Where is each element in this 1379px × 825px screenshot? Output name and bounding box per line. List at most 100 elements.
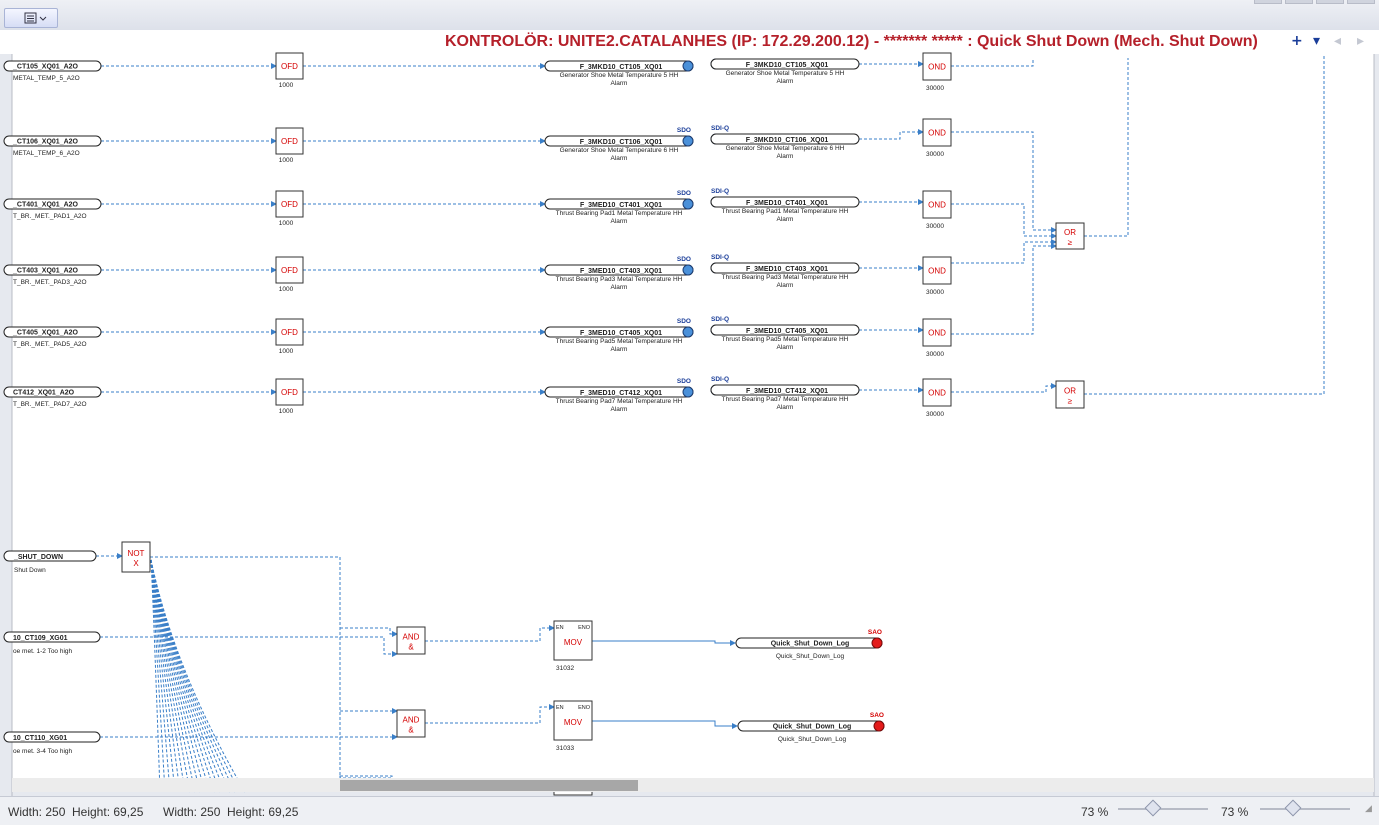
sdo-description: Thrust Bearing Pad7 Metal Temperature HH (556, 398, 683, 405)
sdo-description-2: Alarm (611, 155, 628, 162)
ond-block-label: OND (928, 201, 946, 210)
window-button[interactable] (1254, 0, 1282, 4)
not-gate-symbol: X (133, 559, 139, 568)
sdi-description-2: Alarm (777, 404, 794, 411)
sdo-pin (682, 60, 694, 72)
input-description: METAL_TEMP_5_A2O (13, 75, 80, 82)
input-description: T_BR._MET._PAD3_A2O (13, 279, 87, 286)
and-gate-2-label: AND (403, 716, 420, 725)
or-gate-1-symbol: ≥ (1068, 238, 1073, 247)
sdi-input-tag-tag: F_3MKD10_CT106_XQ01 (746, 137, 829, 144)
sdi-description-2: Alarm (777, 344, 794, 351)
ond-block-label: OND (928, 63, 946, 72)
ofd-delay: 1000 (279, 82, 294, 89)
status-height-2: Height: 69,25 (227, 805, 299, 819)
ofd-delay: 1000 (279, 157, 294, 164)
sdo-description: Generator Shoe Metal Temperature 6 HH (560, 147, 679, 154)
sdo-output-tag-tag: F_3MED10_CT412_XQ01 (580, 390, 662, 397)
or-gate-2-symbol: ≥ (1068, 397, 1073, 406)
logic-diagram-canvas[interactable]: _CT105_XQ01_A2O METAL_TEMP_5_A2O OFD 1000 F_… (0, 30, 1379, 796)
window-button[interactable] (1347, 0, 1375, 4)
sdi-input-tag-tag: F_3MKD10_CT105_XQ01 (746, 62, 829, 69)
mov-block-1-label: MOV (564, 638, 583, 647)
mov-block-1-eno: ENO (578, 625, 591, 631)
input-tag: _CT105_XQ01_A2O (12, 64, 79, 71)
log-output-2-description: Quick_Shut_Down_Log (778, 736, 847, 743)
sdo-label: SDO (677, 378, 691, 385)
window-button[interactable] (1316, 0, 1344, 4)
sdi-description-2: Alarm (777, 216, 794, 223)
ofd-block: OFD (275, 190, 304, 218)
horizontal-scrollbar-thumb[interactable] (340, 780, 638, 791)
and-gate-1: AND& (396, 626, 426, 655)
ond-block-label: OND (928, 389, 946, 398)
sdi-input-tag: F_3MED10_CT412_XQ01 (710, 384, 860, 396)
zoom-level: 73 % (1081, 805, 1109, 819)
sdo-description-2: Alarm (611, 218, 628, 225)
sdo-pin (682, 326, 694, 338)
mov-block-2-number: 31033 (556, 745, 574, 752)
sdo-description-2: Alarm (611, 406, 628, 413)
mov-block-2-en: EN (556, 705, 564, 711)
window-button[interactable] (1285, 0, 1313, 4)
sdo-label: SDO (677, 318, 691, 325)
ond-block: OND (922, 318, 952, 347)
mov-block-2-eno: ENO (578, 705, 591, 711)
ond-block: OND (922, 118, 952, 147)
or-gate-1: OR≥ (1055, 222, 1085, 250)
ofd-delay: 1000 (279, 408, 294, 415)
input2-tag: 10_CT110_XG01 (13, 735, 67, 742)
sdi-description-2: Alarm (777, 153, 794, 160)
ofd-block-label: OFD (281, 328, 298, 337)
sdo-pin (682, 386, 694, 398)
input-description: T_BR._MET._PAD1_A2O (13, 213, 87, 220)
horizontal-scrollbar[interactable] (12, 778, 1374, 792)
not-gate-label: NOT (128, 549, 145, 558)
and-gate-2: AND& (396, 709, 426, 738)
ond-block: OND (922, 190, 952, 219)
sdo-label: SDO (677, 256, 691, 263)
input-description: METAL_TEMP_6_A2O (13, 150, 80, 157)
diagram-sheet (12, 54, 1374, 778)
sdo-output-tag: F_3MED10_CT412_XQ01 (544, 386, 694, 398)
or-gate-2-label: OR (1064, 387, 1076, 396)
sdi-description: Generator Shoe Metal Temperature 5 HH (726, 70, 845, 77)
sdo-output-tag-tag: F_3MKD10_CT106_XQ01 (580, 139, 663, 146)
log-output-2-tag: Quick_Shut_Down_Log (773, 724, 852, 731)
sdo-pin (682, 198, 694, 210)
ond-block: OND (922, 378, 952, 407)
status-height: Height: 69,25 (72, 805, 144, 819)
sdi-input-tag: F_3MKD10_CT105_XQ01 (710, 58, 860, 70)
ond-delay: 30000 (926, 351, 944, 358)
sdi-description: Thrust Bearing Pad3 Metal Temperature HH (722, 274, 849, 281)
view-menu-button[interactable] (4, 8, 58, 28)
sdo-pin (682, 264, 694, 276)
ofd-block-label: OFD (281, 137, 298, 146)
ofd-block: OFD (275, 52, 304, 80)
top-toolbar (0, 0, 1379, 31)
log-output-2-pin (873, 720, 885, 732)
log-output-1-pin (871, 637, 883, 649)
sdi-description-2: Alarm (777, 78, 794, 85)
sdo-output-tag: F_3MKD10_CT106_XQ01 (544, 135, 694, 147)
input-tag: CT412_XQ01_A2O (13, 390, 75, 397)
ofd-block-label: OFD (281, 388, 298, 397)
ofd-block: OFD (275, 256, 304, 284)
sdi-input-tag-tag: F_3MED10_CT403_XQ01 (746, 266, 828, 273)
or-gate-2: OR≥ (1055, 380, 1085, 409)
ond-delay: 30000 (926, 411, 944, 418)
log-output-1-tag: Quick_Shut_Down_Log (771, 641, 850, 648)
sdo-description-2: Alarm (611, 284, 628, 291)
list-view-icon (24, 12, 47, 24)
input2-description: oe met. 3-4 Too high (13, 748, 73, 755)
ofd-block-label: OFD (281, 200, 298, 209)
input-description: T_BR._MET._PAD5_A2O (13, 341, 87, 348)
zoom-slider-track-2[interactable] (1260, 808, 1350, 810)
and-gate-2-symbol: & (408, 726, 414, 735)
input-description: T_BR._MET._PAD7_A2O (13, 401, 87, 408)
sdo-output-tag: F_3MED10_CT403_XQ01 (544, 264, 694, 276)
and-gate-1-symbol: & (408, 643, 414, 652)
and-gate-1-label: AND (403, 633, 420, 642)
resize-grip-icon[interactable]: ◢ (1365, 803, 1375, 813)
zoom-slider-track[interactable] (1118, 808, 1208, 810)
